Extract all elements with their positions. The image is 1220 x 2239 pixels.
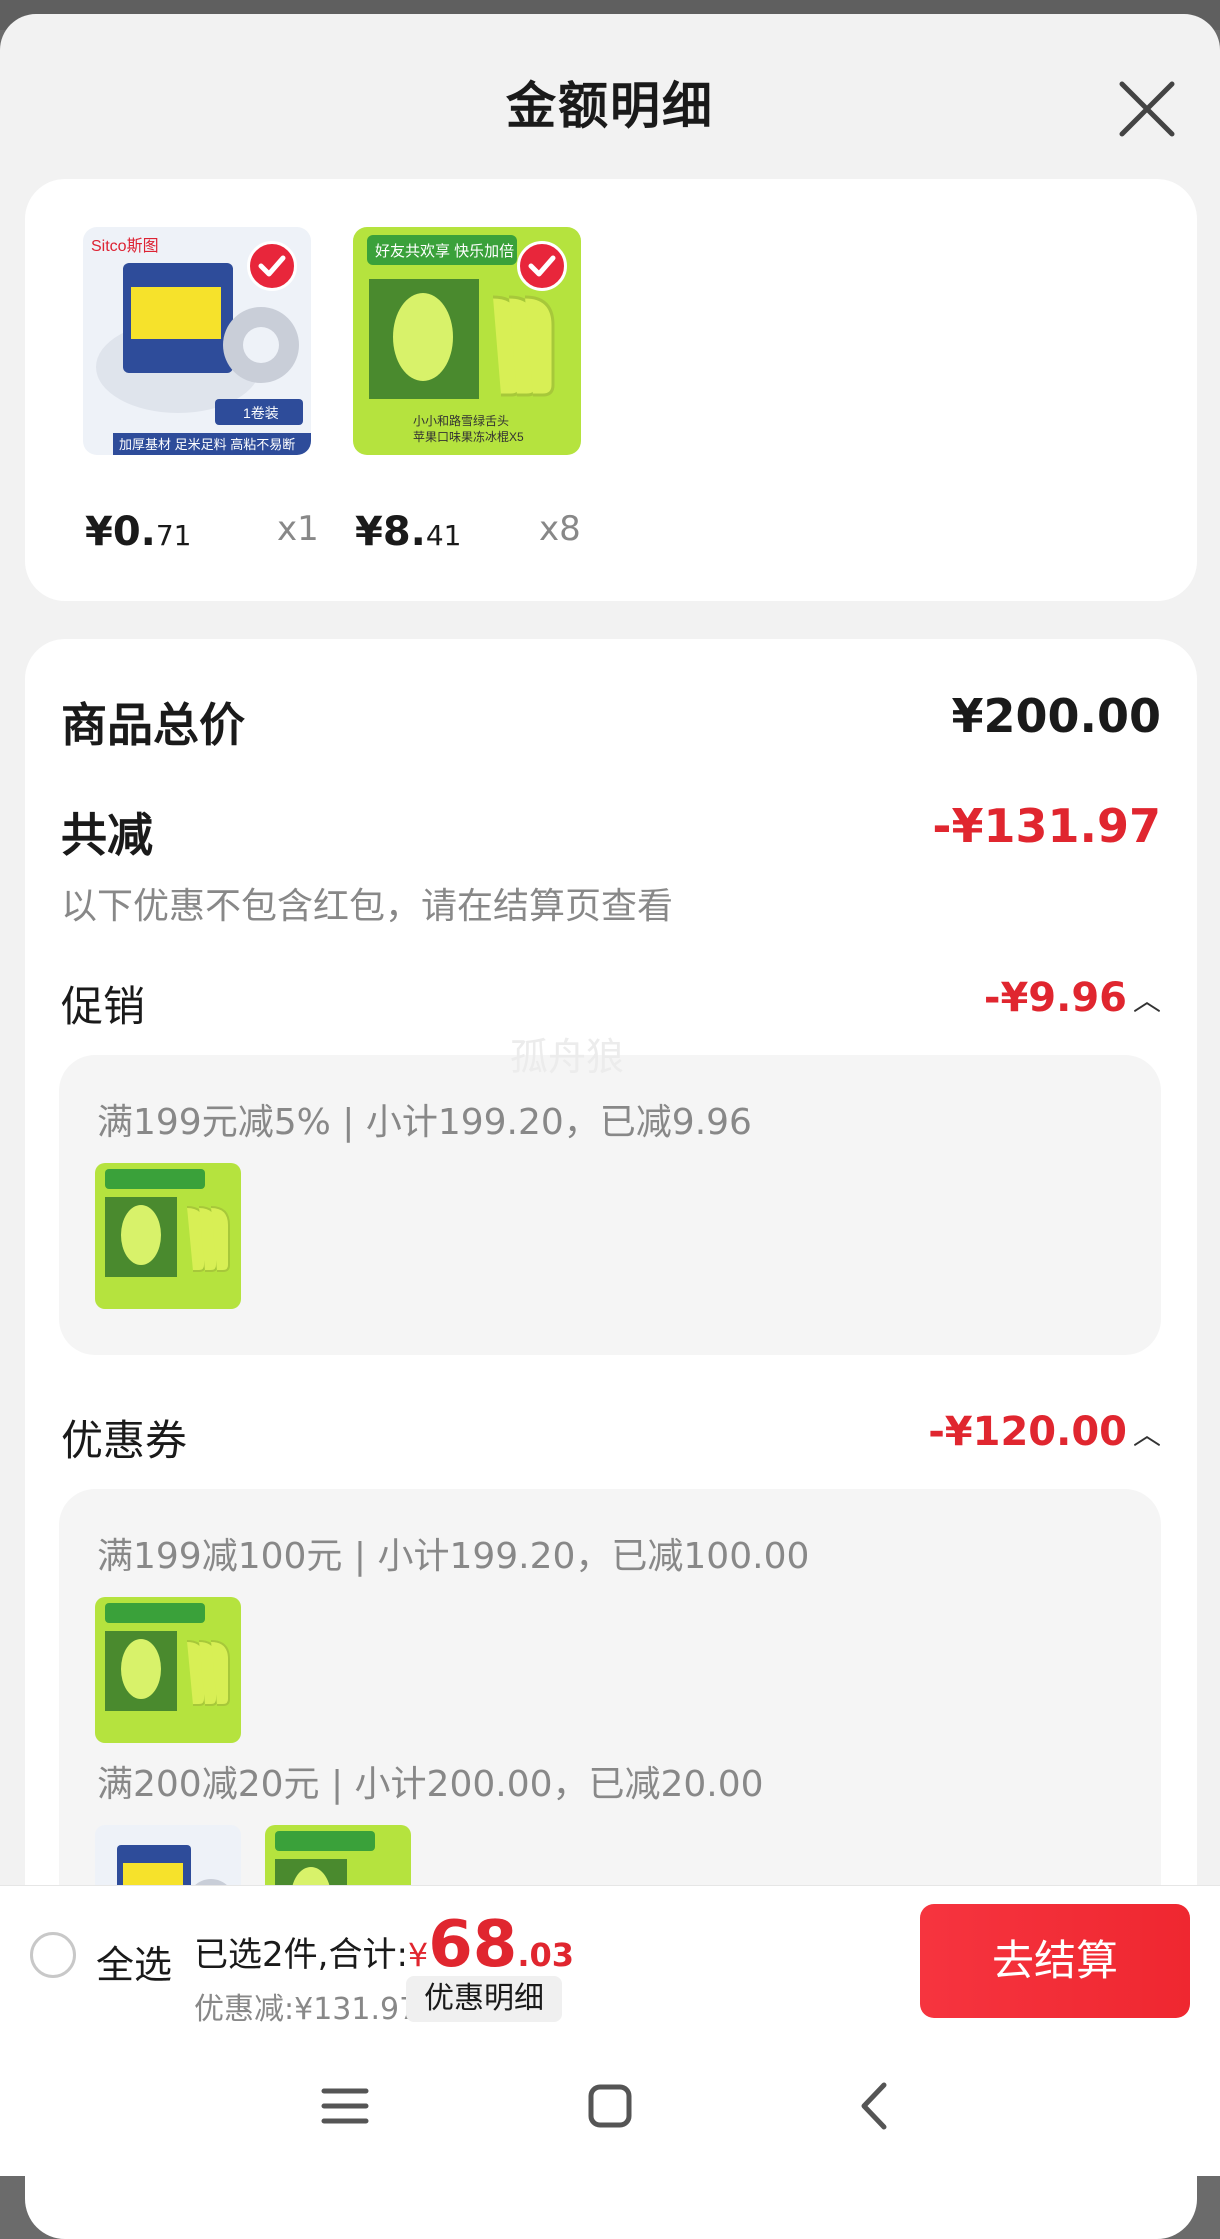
product-tag: 加厚基材 足米足料 高粘不易断 <box>119 437 295 452</box>
product-image-icecream[interactable]: 好友共欢享 快乐加倍 小小和路雪绿舌头 苹果口味果冻冰棍X5 <box>353 227 581 455</box>
discount-detail-button[interactable]: 优惠明细 <box>406 1976 562 2022</box>
total-reduction-value: -¥131.97 <box>932 799 1161 853</box>
total-price-label: 商品总价 <box>61 698 245 752</box>
product-qty-tape: x1 <box>277 509 319 549</box>
coupon-rule-2: 满200减20元 | 小计200.00，已减20.00 <box>97 1764 764 1805</box>
coupon-rule-1: 满199减100元 | 小计199.20，已减100.00 <box>97 1536 810 1577</box>
select-all-label[interactable]: 全选 <box>96 1934 172 1989</box>
selected-products-card: Sitco斯图 1卷装 加厚基材 足米足料 高粘不易断 好友共欢享 快乐加倍 小… <box>25 179 1197 601</box>
product-price-tape: ¥0.71 <box>85 509 192 555</box>
amount-detail-sheet: 金额明细 Sitco斯图 1卷装 加厚基材 足米足料 高粘不易断 好友共欢享 快… <box>0 14 1220 2239</box>
selected-check-icon <box>517 241 567 291</box>
watermark: 孤舟狼 <box>510 1035 625 1079</box>
checkout-bar: 全选 已选2件,合计:¥68.03 优惠减:¥131.97 优惠明细 去结算 <box>0 1885 1220 2036</box>
product-caption-2: 苹果口味果冻冰棍X5 <box>413 429 524 444</box>
chevron-up-icon[interactable]: ︿ <box>1133 979 1161 1019</box>
product-brand: Sitco斯图 <box>91 237 159 255</box>
home-icon[interactable] <box>575 2071 645 2141</box>
select-all-radio[interactable] <box>30 1932 76 1978</box>
product-banner: 好友共欢享 快乐加倍 <box>375 243 514 260</box>
product-pack: 1卷装 <box>243 405 279 421</box>
coupon-value: -¥120.00 <box>928 1409 1127 1455</box>
close-icon[interactable] <box>1112 74 1182 144</box>
promo-product-thumb[interactable] <box>95 1163 241 1309</box>
sheet-title: 金额明细 <box>506 77 714 135</box>
reduction-note: 以下优惠不包含红包，请在结算页查看 <box>61 886 674 927</box>
promo-label: 促销 <box>61 982 146 1031</box>
product-image-tape[interactable]: Sitco斯图 1卷装 加厚基材 足米足料 高粘不易断 <box>83 227 311 455</box>
total-price-value: ¥200.00 <box>951 689 1161 743</box>
system-nav-bar <box>0 2035 1220 2176</box>
promo-detail-box: 满199元减5% | 小计199.20，已减9.96 <box>59 1055 1161 1355</box>
promo-value: -¥9.96 <box>983 975 1127 1021</box>
order-total: 已选2件,合计:¥68.03 <box>194 1908 575 1982</box>
promo-rule: 满199元减5% | 小计199.20，已减9.96 <box>97 1102 752 1143</box>
discount-total: 优惠减:¥131.97 <box>194 1992 419 2027</box>
coupon-product-thumb[interactable] <box>95 1597 241 1743</box>
product-qty-icecream: x8 <box>539 509 581 549</box>
product-caption-1: 小小和路雪绿舌头 <box>413 413 509 428</box>
chevron-up-icon[interactable]: ︿ <box>1133 1413 1161 1453</box>
checkout-button[interactable]: 去结算 <box>920 1904 1190 2018</box>
back-icon[interactable] <box>840 2071 910 2141</box>
selected-check-icon <box>247 241 297 291</box>
coupon-label: 优惠券 <box>61 1416 188 1465</box>
product-price-icecream: ¥8.41 <box>355 509 462 555</box>
total-reduction-label: 共减 <box>61 808 153 862</box>
menu-icon[interactable] <box>310 2071 380 2141</box>
